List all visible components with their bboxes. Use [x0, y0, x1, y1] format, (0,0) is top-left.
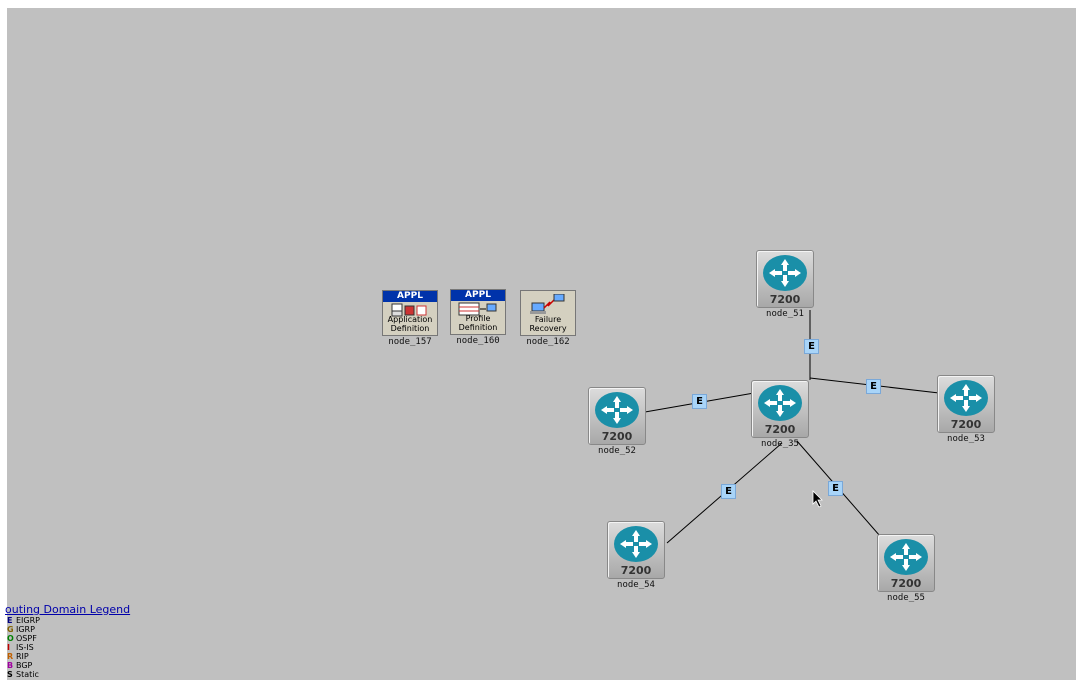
- router-node-35[interactable]: 7200 node_35: [751, 380, 809, 449]
- router-model: 7200: [601, 430, 633, 443]
- router-icon: [614, 526, 658, 562]
- node-label: node_55: [887, 593, 925, 603]
- router-node-55[interactable]: 7200 node_55: [877, 534, 935, 603]
- legend-code: S: [7, 670, 13, 679]
- router-icon: [944, 380, 988, 416]
- legend-item-igrp: G IGRP: [7, 625, 137, 634]
- object-name-line2: Definition: [458, 323, 498, 332]
- legend-name: RIP: [16, 652, 29, 661]
- router-node-54[interactable]: 7200 node_54: [607, 521, 665, 590]
- legend-item-static: S Static: [7, 670, 137, 679]
- router-node-52[interactable]: 7200 node_52: [588, 387, 646, 456]
- legend-name: EIGRP: [16, 616, 40, 625]
- router-model: 7200: [890, 577, 922, 590]
- failure-recovery-icon: [530, 294, 565, 314]
- legend-item-ospf: O OSPF: [7, 634, 137, 643]
- object-name-line2: Definition: [390, 324, 430, 333]
- application-definition-node[interactable]: APPL Application Definition node_157: [381, 290, 439, 347]
- legend-name: BGP: [16, 661, 33, 670]
- node-label: node_160: [456, 336, 500, 346]
- appl-tag: APPL: [383, 291, 437, 302]
- router-icon: [763, 255, 807, 291]
- node-label: node_35: [761, 439, 799, 449]
- link-badge[interactable]: E: [721, 484, 736, 499]
- legend-code: E: [7, 616, 13, 625]
- router-node-51[interactable]: 7200 node_51: [756, 250, 814, 319]
- node-label: node_52: [598, 446, 636, 456]
- legend-item-rip: R RIP: [7, 652, 137, 661]
- legend-code: G: [7, 625, 14, 634]
- object-name-line2: Recovery: [529, 324, 567, 333]
- link-badge[interactable]: E: [828, 481, 843, 496]
- link-badge[interactable]: E: [866, 379, 881, 394]
- legend-item-eigrp: E EIGRP: [7, 616, 137, 625]
- legend-name: IS-IS: [16, 643, 34, 652]
- node-label: node_51: [766, 309, 804, 319]
- profile-definition-node[interactable]: APPL Profile Definition node_160: [449, 289, 507, 346]
- router-model: 7200: [950, 418, 982, 431]
- object-name-line1: Profile: [465, 314, 491, 323]
- router-icon: [758, 385, 802, 421]
- router-model: 7200: [769, 293, 801, 306]
- router-model: 7200: [764, 423, 796, 436]
- network-canvas[interactable]: E E E E E APPL Application Definition nod…: [7, 8, 1076, 680]
- object-name-line1: Failure: [534, 315, 562, 324]
- router-node-53[interactable]: 7200 node_53: [937, 375, 995, 444]
- router-model: 7200: [620, 564, 652, 577]
- legend-code: B: [7, 661, 14, 670]
- router-icon: [595, 392, 639, 428]
- link-badge[interactable]: E: [804, 339, 819, 354]
- legend-title[interactable]: outing Domain Legend: [5, 603, 137, 616]
- node-label: node_54: [617, 580, 655, 590]
- mouse-pointer-icon: [812, 490, 823, 508]
- legend-code: I: [7, 643, 10, 652]
- node-label: node_157: [388, 337, 432, 347]
- legend-code: O: [7, 634, 14, 643]
- router-icon: [884, 539, 928, 575]
- routing-domain-legend: outing Domain Legend E EIGRP G IGRP O OSPF …: [5, 603, 137, 679]
- legend-code: R: [7, 652, 14, 661]
- failure-recovery-node[interactable]: Failure Recovery node_162: [519, 290, 577, 347]
- legend-name: OSPF: [16, 634, 37, 643]
- link-badge[interactable]: E: [692, 394, 707, 409]
- legend-name: Static: [16, 670, 39, 679]
- node-label: node_53: [947, 434, 985, 444]
- node-label: node_162: [526, 337, 570, 347]
- appl-tag: APPL: [451, 290, 505, 301]
- legend-item-bgp: B BGP: [7, 661, 137, 670]
- legend-item-isis: I IS-IS: [7, 643, 137, 652]
- legend-name: IGRP: [16, 625, 35, 634]
- object-name-line1: Application: [387, 315, 433, 324]
